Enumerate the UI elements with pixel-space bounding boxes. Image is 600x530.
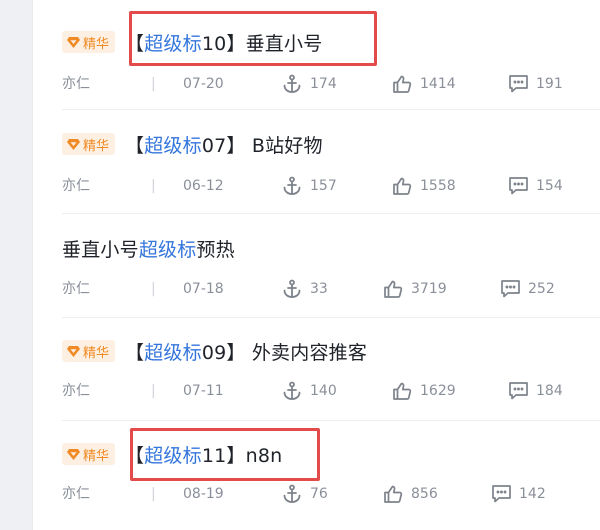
comment-stat[interactable]: 252	[501, 279, 555, 299]
like-stat[interactable]: 1629	[393, 381, 456, 401]
post-item[interactable]: 精华 【超级标09】 外卖内容推客 亦仁 | 07-11 140 1629 18…	[33, 318, 600, 421]
post-meta: 亦仁 | 06-12 157 1558 154	[62, 176, 600, 196]
thumbs-up-icon	[384, 280, 403, 298]
comment-count: 252	[528, 281, 555, 297]
comment-count: 184	[536, 383, 563, 399]
comment-stat[interactable]: 142	[492, 484, 546, 504]
anchor-stat[interactable]: 33	[282, 279, 328, 299]
post-meta: 亦仁 | 07-20 174 1414 191	[62, 74, 600, 94]
like-stat[interactable]: 1414	[393, 74, 456, 94]
meta-separator: |	[151, 383, 156, 399]
featured-badge: 精华	[62, 443, 116, 465]
post-title-row[interactable]: 垂直小号超级标预热	[62, 234, 235, 262]
thumbs-up-icon	[393, 75, 412, 93]
anchor-count: 33	[310, 281, 328, 297]
title-rest: 预热	[196, 238, 235, 261]
like-count: 3719	[411, 281, 447, 297]
badge-label: 精华	[83, 36, 110, 52]
comment-stat[interactable]: 154	[509, 176, 563, 196]
comment-icon	[501, 280, 520, 298]
anchor-stat[interactable]: 76	[282, 484, 328, 504]
author-name[interactable]: 亦仁	[62, 74, 90, 94]
meta-separator: |	[151, 281, 156, 297]
badge-label: 精华	[83, 448, 110, 464]
author-name[interactable]: 亦仁	[62, 381, 90, 401]
anchor-stat[interactable]: 174	[282, 74, 337, 94]
anchor-icon	[283, 381, 301, 400]
post-date: 06-12	[183, 178, 224, 194]
anchor-stat[interactable]: 157	[282, 176, 337, 196]
comment-count: 142	[519, 486, 546, 502]
featured-badge: 精华	[62, 31, 116, 53]
like-stat[interactable]: 1558	[393, 176, 456, 196]
like-count: 856	[411, 486, 438, 502]
anchor-count: 140	[310, 383, 337, 399]
featured-badge: 精华	[62, 340, 116, 362]
author-name[interactable]: 亦仁	[62, 279, 90, 299]
comment-icon	[509, 75, 528, 93]
post-date: 08-19	[183, 486, 224, 502]
anchor-icon	[283, 74, 301, 93]
diamond-icon	[67, 448, 80, 460]
anchor-icon	[283, 484, 301, 503]
thumbs-up-icon	[393, 177, 412, 195]
title-rest: 07】 B站好物	[201, 134, 323, 157]
like-stat[interactable]: 856	[384, 484, 438, 504]
title-highlight: 超级标	[144, 341, 202, 364]
title-highlight: 超级标	[138, 238, 197, 261]
comment-count: 191	[536, 76, 563, 92]
post-date: 07-20	[183, 76, 224, 92]
anchor-icon	[283, 279, 301, 298]
title-highlight: 超级标	[144, 134, 202, 157]
featured-badge: 精华	[62, 133, 116, 155]
anchor-count: 157	[310, 178, 337, 194]
author-name[interactable]: 亦仁	[62, 484, 90, 504]
diamond-icon	[67, 138, 80, 150]
annotation-highlight-box	[130, 428, 320, 481]
anchor-count: 174	[310, 76, 337, 92]
title-rest: 09】 外卖内容推客	[201, 341, 368, 364]
comment-count: 154	[536, 178, 563, 194]
post-date: 07-11	[183, 383, 224, 399]
comment-stat[interactable]: 184	[509, 381, 563, 401]
comment-icon	[509, 177, 528, 195]
comment-stat[interactable]: 191	[509, 74, 563, 94]
diamond-icon	[67, 345, 80, 357]
comment-icon	[492, 485, 511, 503]
comment-icon	[509, 382, 528, 400]
author-name[interactable]: 亦仁	[62, 176, 90, 196]
annotation-highlight-box	[129, 11, 377, 66]
thumbs-up-icon	[393, 382, 412, 400]
post-title[interactable]: 【超级标07】 B站好物	[125, 131, 323, 158]
title-prefix: 【	[125, 341, 145, 364]
meta-separator: |	[151, 178, 156, 194]
post-title-row[interactable]: 精华 【超级标09】 外卖内容推客	[62, 337, 367, 365]
like-count: 1629	[420, 383, 456, 399]
badge-label: 精华	[83, 138, 110, 154]
badge-label: 精华	[83, 345, 110, 361]
title-prefix: 【	[125, 134, 145, 157]
like-stat[interactable]: 3719	[384, 279, 447, 299]
like-count: 1414	[420, 76, 456, 92]
post-date: 07-18	[183, 281, 224, 297]
post-meta: 亦仁 | 08-19 76 856 142	[62, 484, 600, 504]
post-title-row[interactable]: 精华 【超级标07】 B站好物	[62, 130, 323, 158]
post-meta: 亦仁 | 07-18 33 3719 252	[62, 279, 600, 299]
like-count: 1558	[420, 178, 456, 194]
meta-separator: |	[151, 76, 156, 92]
diamond-icon	[67, 36, 80, 48]
anchor-count: 76	[310, 486, 328, 502]
post-title[interactable]: 垂直小号超级标预热	[62, 235, 235, 262]
thumbs-up-icon	[384, 485, 403, 503]
post-item[interactable]: 精华 【超级标07】 B站好物 亦仁 | 06-12 157 1558 154	[33, 110, 600, 214]
title-prefix: 垂直小号	[62, 238, 139, 261]
anchor-icon	[283, 176, 301, 195]
meta-separator: |	[151, 486, 156, 502]
post-meta: 亦仁 | 07-11 140 1629 184	[62, 381, 600, 401]
post-title[interactable]: 【超级标09】 外卖内容推客	[125, 338, 367, 365]
anchor-stat[interactable]: 140	[282, 381, 337, 401]
post-item[interactable]: 垂直小号超级标预热 亦仁 | 07-18 33 3719 252	[33, 214, 600, 318]
